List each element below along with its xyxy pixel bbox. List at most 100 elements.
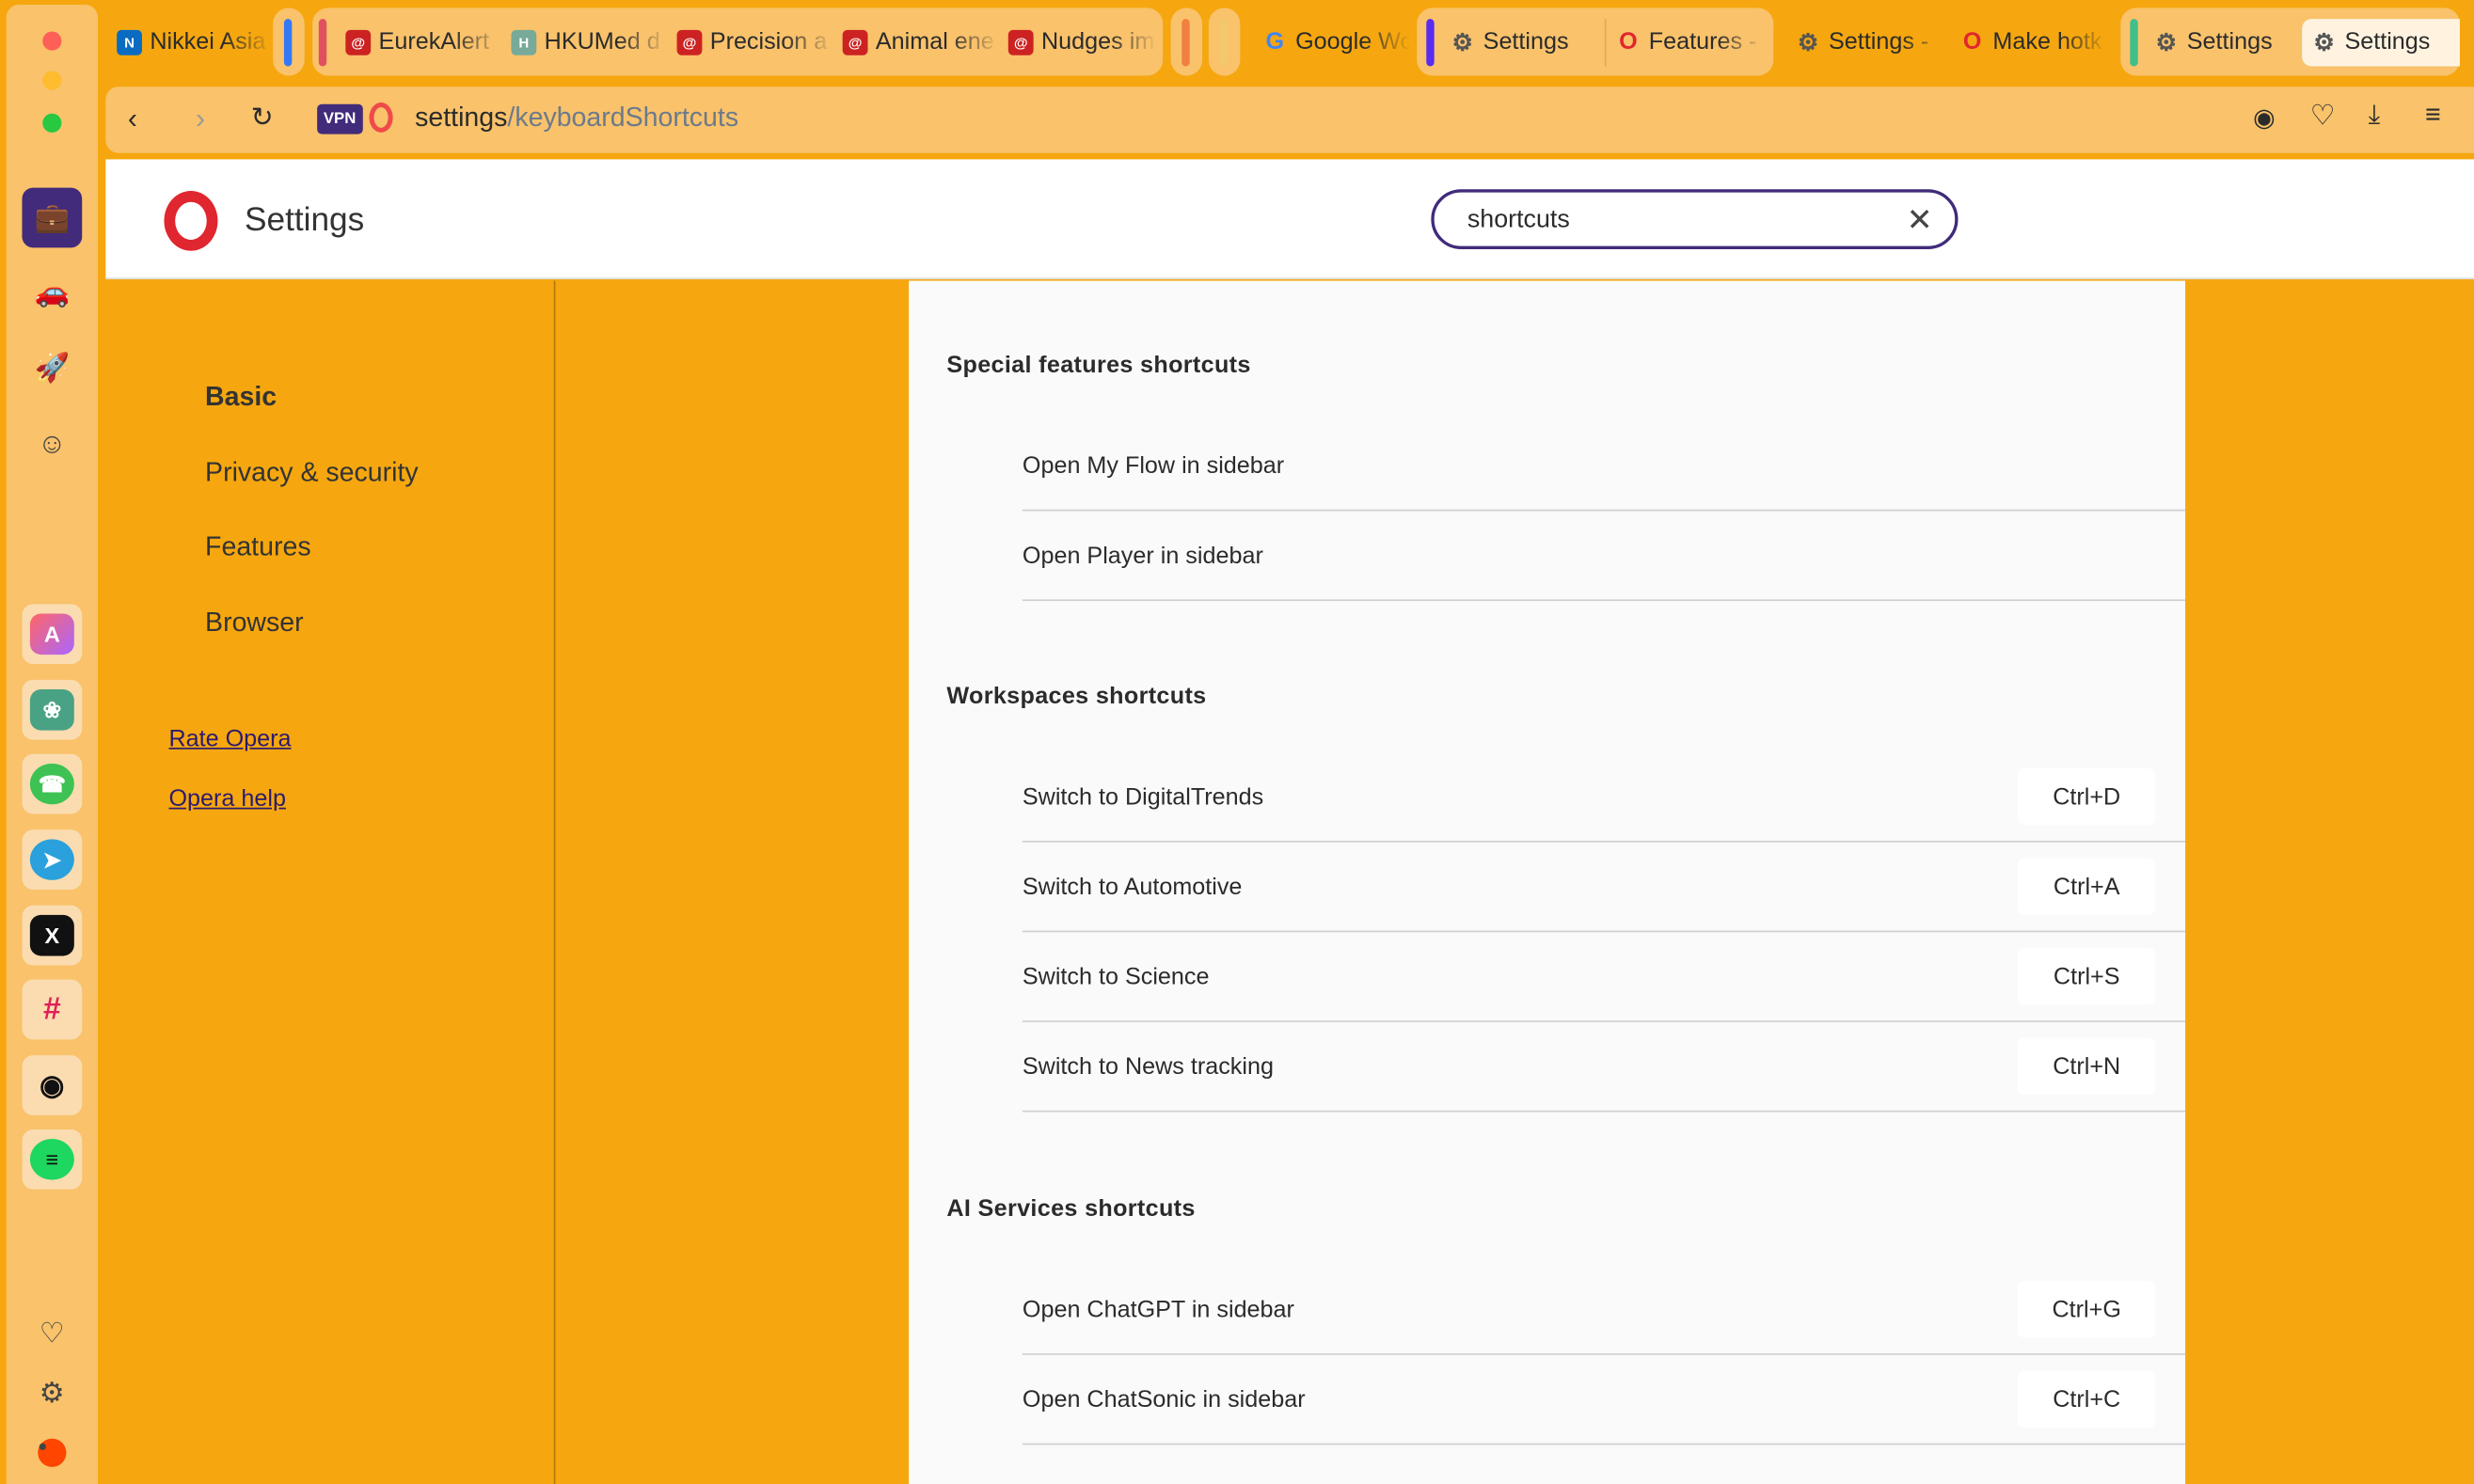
easy-setup-icon[interactable]: ≡ (2425, 100, 2441, 132)
tab-title: Settings (2344, 28, 2430, 55)
aria-icon[interactable]: A (22, 604, 82, 664)
shortcut-row[interactable]: Switch to DigitalTrendsCtrl+D (1023, 752, 2185, 843)
eurekalert-icon: @ (1008, 29, 1034, 55)
spotify-icon[interactable]: ≡ (22, 1129, 82, 1190)
workspace-briefcase-icon[interactable]: 💼 (22, 188, 82, 248)
vpn-badge[interactable]: VPN (317, 104, 362, 134)
discord-icon[interactable]: ◉ (22, 1055, 82, 1115)
section-heading: Special features shortcuts (946, 352, 1250, 379)
shortcut-key[interactable]: Ctrl+N (2018, 1038, 2155, 1095)
shortcut-label: Switch to Science (1023, 963, 1210, 990)
bookmark-heart-icon[interactable]: ♡ (2310, 100, 2336, 133)
workspace-smiley-icon[interactable]: ☺ (22, 413, 82, 473)
tab-title: Nudges im (1041, 28, 1154, 55)
shortcut-row[interactable]: Open Player in sidebar (1023, 511, 2185, 601)
tab[interactable]: @Animal ene (833, 18, 999, 65)
shortcut-row[interactable]: Open ChatGPT in sidebar Ctrl+G (1023, 1265, 2185, 1355)
opera-help-link[interactable]: Opera help (168, 785, 285, 813)
chatgpt-icon[interactable]: ❀ (22, 680, 82, 740)
section-heading: AI Services shortcuts (946, 1195, 1195, 1223)
download-icon[interactable]: ⤓ (2369, 100, 2381, 132)
shortcut-label: Switch to Automotive (1023, 873, 1243, 900)
tab[interactable]: ⚙Settings - (1786, 18, 1950, 65)
page-title: Settings (245, 202, 364, 240)
tab[interactable]: HHKUMed d (501, 18, 667, 65)
tab-active[interactable]: ⚙Settings (2302, 18, 2460, 65)
tab-title: Settings (2187, 28, 2273, 55)
reddit-icon[interactable]: ● (22, 1423, 82, 1483)
tab[interactable]: @ EurekAlert (336, 18, 501, 65)
url-path: /keyboardShortcuts (507, 103, 738, 133)
tab[interactable]: @ Precision a (667, 18, 833, 65)
shortcut-key[interactable]: Ctrl+A (2018, 858, 2155, 914)
shortcut-row[interactable]: Open ChatSonic in sidebarCtrl+C (1023, 1355, 2185, 1445)
settings-header: Settings shortcuts ✕ (105, 159, 2474, 278)
tab[interactable]: @ Nudges im (999, 18, 1157, 65)
opera-icon (369, 103, 392, 133)
slack-icon[interactable]: # (22, 980, 82, 1040)
tab-title: EurekAlert (379, 28, 489, 55)
tab[interactable]: O Make hotk (1950, 18, 2108, 65)
back-button[interactable]: ‹ (128, 103, 137, 135)
shortcut-label: Open ChatGPT in sidebar (1023, 1296, 1294, 1323)
tab[interactable]: ⚙Settings (1440, 18, 1606, 65)
gear-icon: ⚙ (1796, 29, 1821, 55)
settings-gear-icon[interactable]: ⚙ (22, 1363, 82, 1423)
tab[interactable]: OFeatures - (1606, 18, 1764, 65)
shortcut-key[interactable]: Ctrl+D (2018, 768, 2155, 825)
google-icon: G (1262, 29, 1288, 55)
nav-item-browser[interactable]: Browser (205, 608, 304, 639)
tab-title: Google Wo (1295, 28, 1410, 55)
search-value: shortcuts (1467, 207, 1570, 235)
shortcut-row[interactable]: Open My Flow in sidebar (1023, 421, 2185, 512)
eurekalert-icon: @ (677, 29, 703, 55)
shortcut-row[interactable]: Switch to Automotive Ctrl+A (1023, 843, 2185, 933)
shortcut-row[interactable]: Switch to Science Ctrl+S (1023, 932, 2185, 1022)
snapshot-camera-icon[interactable]: ◉ (2253, 103, 2275, 134)
shortcut-key[interactable]: Ctrl+G (2018, 1281, 2155, 1337)
telegram-icon[interactable]: ➤ (22, 829, 82, 890)
nav-item-features[interactable]: Features (205, 531, 311, 563)
maximize-window-button[interactable] (42, 114, 61, 133)
tab-title: Settings (1483, 28, 1569, 55)
tab[interactable]: G Google Wo (1253, 18, 1411, 65)
close-window-button[interactable] (42, 32, 61, 51)
whatsapp-icon[interactable]: ☎ (22, 754, 82, 814)
shortcuts-panel: Special features shortcuts Open My Flow … (909, 281, 2185, 1484)
search-input[interactable]: shortcuts ✕ (1431, 189, 1958, 249)
tab-group: @EurekAlert HHKUMed d @Precision a @Anim… (312, 8, 1163, 75)
reload-button[interactable]: ↻ (251, 103, 274, 134)
tab-group-collapsed[interactable] (1209, 8, 1241, 75)
hku-icon: H (511, 29, 536, 55)
workspace-rocket-icon[interactable]: 🚀 (22, 338, 82, 398)
url-field[interactable]: settings/keyboardShortcuts (415, 103, 738, 134)
nav-item-privacy-security[interactable]: Privacy & security (205, 457, 419, 489)
x-twitter-icon[interactable]: X (22, 906, 82, 966)
tab-title: Precision a (710, 28, 827, 55)
nikkei-icon: N (117, 29, 142, 55)
opera-logo-icon (164, 191, 217, 251)
address-bar: ‹ › ↻ VPN settings/keyboardShortcuts ◉ ♡… (105, 87, 2474, 152)
tab-title: Make hotk (1992, 28, 2101, 55)
clear-search-icon[interactable]: ✕ (1907, 200, 1933, 240)
shortcut-key[interactable]: Ctrl+C (2018, 1371, 2155, 1428)
minimize-window-button[interactable] (42, 71, 61, 89)
shortcut-row[interactable]: Switch to News tracking Ctrl+N (1023, 1022, 2185, 1113)
tab-title: Nikkei Asia (150, 28, 265, 55)
rate-opera-link[interactable]: Rate Opera (168, 726, 291, 753)
heart-icon[interactable]: ♡ (22, 1302, 82, 1363)
forward-button[interactable]: › (196, 103, 205, 135)
tab-group-collapsed[interactable] (1171, 8, 1203, 75)
tab[interactable]: N Nikkei Asia (107, 18, 273, 65)
tab-group-collapsed[interactable] (273, 8, 305, 75)
opera-icon: O (1959, 29, 1985, 55)
shortcut-key[interactable]: Ctrl+S (2018, 948, 2155, 1004)
tab-group: ⚙Settings ⚙Settings (2120, 8, 2460, 75)
nav-item-basic[interactable]: Basic (205, 382, 277, 414)
tab-title: Animal ene (876, 28, 994, 55)
eurekalert-icon: @ (345, 29, 371, 55)
workspace-car-icon[interactable]: 🚗 (22, 261, 82, 322)
shortcut-label: Switch to News tracking (1023, 1053, 1274, 1081)
tab[interactable]: ⚙Settings (2144, 18, 2302, 65)
browser-window: 💼 🚗 🚀 ☺ A ❀ ☎ ➤ X # ◉ ≡ ♡ ⚙ ● N Nikkei As… (0, 0, 2474, 1484)
